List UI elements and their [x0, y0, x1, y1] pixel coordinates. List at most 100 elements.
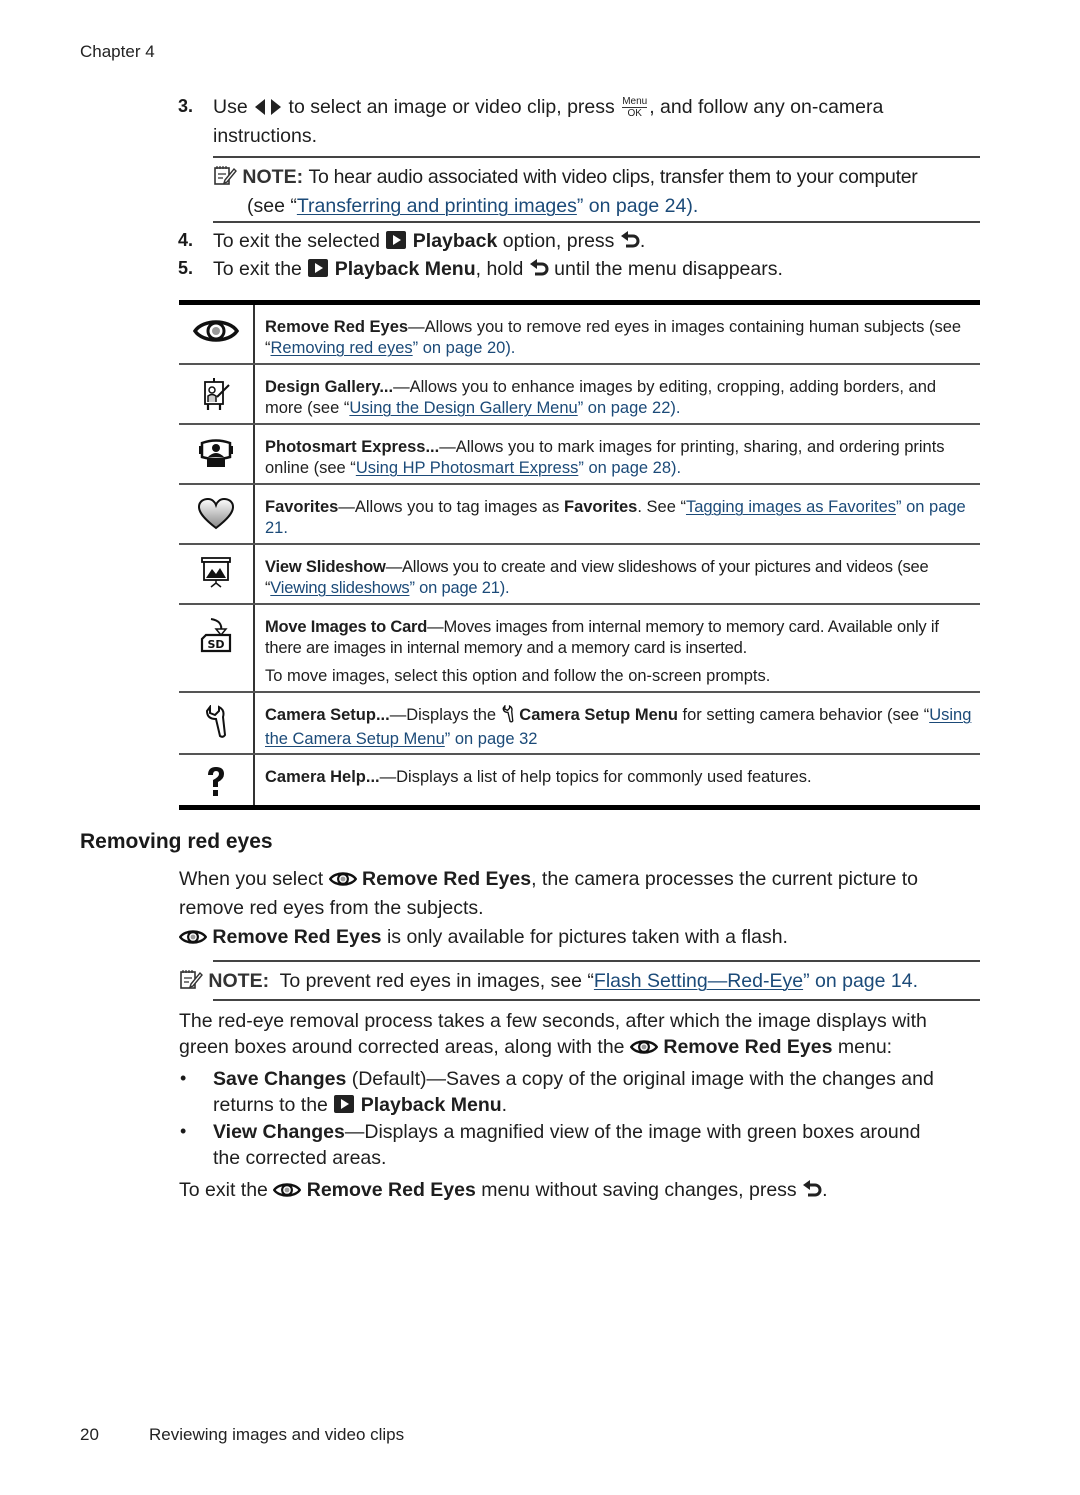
- step-text: instructions.: [213, 125, 318, 147]
- playback-icon: [307, 258, 329, 285]
- paragraph-text: is only available for pictures taken wit…: [386, 926, 788, 948]
- option-title: Camera Help...: [265, 768, 380, 786]
- option-extra: To move images, select this option and f…: [265, 667, 771, 685]
- paragraph-text: When you select: [179, 868, 324, 890]
- step-number: 3.: [178, 96, 194, 116]
- note-rule-top: [213, 156, 980, 158]
- playback-menu-label: Playback Menu: [360, 1094, 502, 1116]
- photosmart-express-icon: [199, 437, 233, 476]
- description-cell: Favorites—Allows you to tag images as Fa…: [255, 485, 980, 543]
- link-tagging-favorites[interactable]: Tagging images as Favorites: [686, 498, 896, 516]
- note-rule-top: [213, 960, 980, 962]
- icon-cell: [179, 755, 255, 805]
- page-number: 20: [80, 1425, 99, 1444]
- paragraph-text: To exit the: [179, 1179, 268, 1201]
- svg-text:SD: SD: [207, 638, 224, 651]
- paragraph-3: The red-eye removal process takes a few …: [179, 1008, 989, 1063]
- playback-icon: [385, 230, 407, 257]
- bullet-text: the corrected areas.: [213, 1147, 387, 1169]
- wrench-icon: [203, 704, 229, 744]
- slideshow-icon: [200, 557, 232, 596]
- bullet-dot: •: [180, 1121, 187, 1141]
- playback-menu-table: Remove Red Eyes—Allows you to remove red…: [179, 300, 980, 810]
- option-desc: —Displays a list of help topics for comm…: [379, 768, 812, 786]
- paragraph-text: The red-eye removal process takes a few …: [179, 1010, 927, 1032]
- bullet-text: —Displays a magnified view of the image …: [344, 1121, 921, 1143]
- step-text: Use: [213, 96, 248, 118]
- note-icon: [213, 164, 237, 193]
- bullet-text: (Default)—Saves a copy of the original i…: [346, 1068, 934, 1090]
- eye-icon: [273, 1180, 302, 1206]
- step-text: option, press: [502, 230, 615, 252]
- eye-icon: [178, 927, 208, 953]
- step-text: , and follow any on-camera: [649, 96, 884, 118]
- option-desc: —Displays the: [389, 706, 501, 724]
- description-cell: Camera Help...—Displays a list of help t…: [255, 755, 980, 805]
- remove-red-eyes-label: Remove Red Eyes: [212, 926, 382, 948]
- note-rule-bottom: [213, 221, 980, 223]
- option-title: View Slideshow: [265, 558, 386, 576]
- bullet-item: Save Changes (Default)—Saves a copy of t…: [213, 1066, 993, 1121]
- chapter-label: Chapter 4: [80, 42, 155, 61]
- step-text: To exit the: [213, 258, 302, 280]
- option-desc: ” on page 32: [444, 730, 538, 748]
- note-block: NOTE: To prevent red eyes in images, see…: [179, 968, 979, 997]
- menu-ok-button-icon: Menu OK: [622, 96, 648, 120]
- icon-cell: [179, 365, 255, 423]
- remove-red-eyes-label: Remove Red Eyes: [362, 868, 532, 890]
- link-transferring-printing[interactable]: Transferring and printing images: [297, 195, 577, 217]
- link-viewing-slideshows[interactable]: Viewing slideshows: [270, 579, 409, 597]
- icon-cell: [179, 693, 255, 753]
- remove-red-eyes-label: Remove Red Eyes: [306, 1179, 476, 1201]
- heart-icon: [197, 497, 235, 536]
- note-text: ” on page 14.: [803, 970, 919, 992]
- step-text: .: [639, 230, 646, 252]
- link-flash-setting-red-eye[interactable]: Flash Setting—Red-Eye: [594, 970, 803, 992]
- table-row: Remove Red Eyes—Allows you to remove red…: [179, 305, 980, 363]
- bullet-item: View Changes—Displays a magnified view o…: [213, 1119, 993, 1171]
- playback-icon: [333, 1094, 355, 1121]
- table-row: Photosmart Express...—Allows you to mark…: [179, 423, 980, 483]
- playback-label: Playback: [412, 230, 498, 252]
- link-removing-red-eyes[interactable]: Removing red eyes: [271, 339, 413, 357]
- icon-cell: SD: [179, 605, 255, 691]
- back-arrow-icon: [802, 1179, 822, 1206]
- description-cell: Design Gallery...—Allows you to enhance …: [255, 365, 980, 423]
- step-5: To exit the Playback Menu, hold until th…: [213, 256, 783, 285]
- table-row: Camera Setup...—Displays the Camera Setu…: [179, 691, 980, 753]
- step-3: Use to select an image or video clip, pr…: [213, 94, 993, 149]
- icon-cell: [179, 425, 255, 483]
- table-row: SD Move Images to Card—Moves images from…: [179, 603, 980, 691]
- wrench-icon: [501, 704, 515, 729]
- step-text: until the menu disappears.: [554, 258, 783, 280]
- link-design-gallery-menu[interactable]: Using the Design Gallery Menu: [349, 399, 577, 417]
- note-rule-bottom: [213, 999, 980, 1001]
- note-label: NOTE:: [208, 970, 270, 992]
- section-heading: Removing red eyes: [80, 830, 273, 853]
- description-cell: Camera Setup...—Displays the Camera Setu…: [255, 693, 980, 753]
- step-4: To exit the selected Playback option, pr…: [213, 228, 645, 257]
- option-desc: . See “: [637, 498, 686, 516]
- option-title: Camera Setup...: [265, 706, 390, 724]
- bullet-text: returns to the: [213, 1094, 328, 1116]
- option-desc: —Allows you to tag images as: [338, 498, 564, 516]
- save-changes-label: Save Changes: [213, 1068, 347, 1090]
- note-text: To hear audio associated with video clip…: [308, 166, 918, 188]
- link-hp-photosmart-express[interactable]: Using HP Photosmart Express: [356, 459, 579, 477]
- option-title: Remove Red Eyes: [265, 318, 409, 336]
- design-gallery-icon: [201, 377, 231, 416]
- back-arrow-icon: [620, 230, 640, 257]
- step-text: To exit the selected: [213, 230, 380, 252]
- back-arrow-icon: [529, 258, 549, 285]
- note-label: NOTE:: [242, 166, 304, 188]
- icon-cell: [179, 545, 255, 603]
- paragraph-text: menu without saving changes, press: [481, 1179, 797, 1201]
- step-text: to select an image or video clip, press: [288, 96, 615, 118]
- bullet-text: .: [501, 1094, 508, 1116]
- paragraph-text: , the camera processes the current pictu…: [531, 868, 919, 890]
- eye-icon: [328, 869, 357, 895]
- remove-red-eyes-label: Remove Red Eyes: [663, 1036, 833, 1058]
- option-title: Favorites: [265, 498, 339, 516]
- icon-cell: [179, 305, 255, 363]
- option-title: Move Images to Card: [265, 618, 428, 636]
